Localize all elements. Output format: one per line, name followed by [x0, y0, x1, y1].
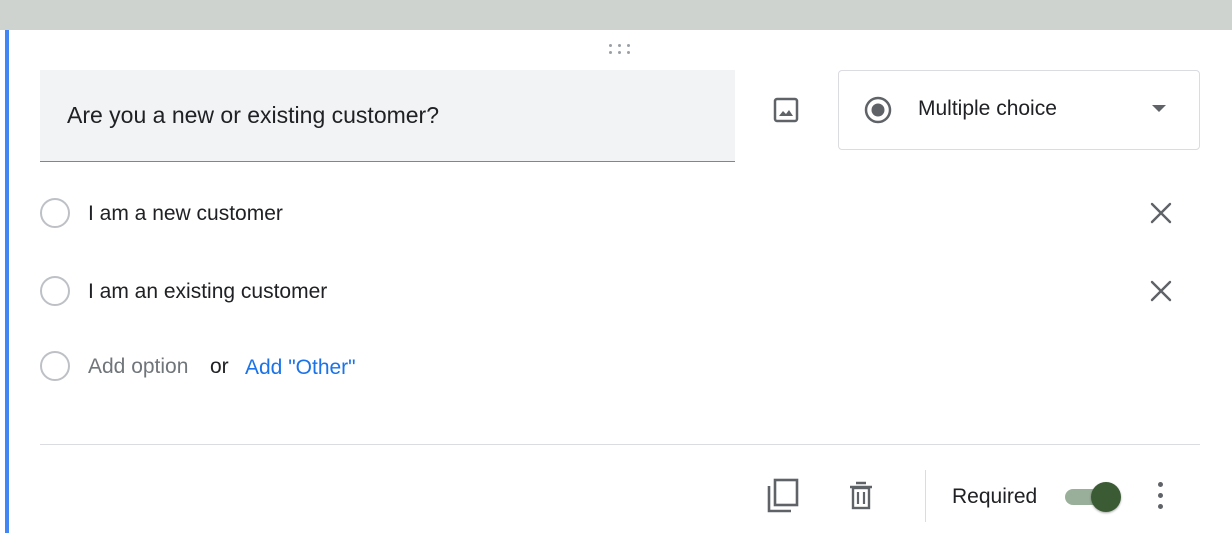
question-type-label: Multiple choice	[918, 97, 1057, 120]
delete-button[interactable]	[843, 478, 879, 514]
option-label[interactable]: I am a new customer	[88, 202, 283, 226]
radio-outline-icon	[40, 351, 70, 381]
required-toggle[interactable]	[1063, 481, 1125, 512]
close-icon	[1150, 280, 1172, 302]
required-label: Required	[952, 485, 1038, 508]
add-option-input[interactable]: Add option	[88, 355, 188, 379]
drag-handle-icon[interactable]	[609, 44, 633, 56]
duplicate-button[interactable]	[765, 476, 801, 516]
trash-icon	[850, 481, 872, 510]
image-icon	[773, 97, 799, 123]
or-text: or	[210, 355, 229, 378]
more-options-button[interactable]	[1148, 480, 1172, 512]
radio-button-checked-icon	[864, 96, 892, 124]
question-type-dropdown[interactable]: Multiple choice	[838, 70, 1200, 150]
add-option-row: Add option or Add "Other"	[40, 351, 1210, 387]
question-title-field[interactable]: Are you a new or existing customer?	[40, 70, 735, 162]
option-row: I am a new customer	[40, 198, 1210, 234]
remove-option-button[interactable]	[1146, 276, 1176, 306]
option-label[interactable]: I am an existing customer	[88, 280, 327, 304]
chevron-down-icon	[1152, 105, 1166, 112]
radio-outline-icon	[40, 198, 70, 228]
remove-option-button[interactable]	[1146, 198, 1176, 228]
form-header-strip	[0, 0, 1232, 30]
question-title[interactable]: Are you a new or existing customer?	[67, 102, 439, 129]
option-row: I am an existing customer	[40, 276, 1210, 312]
add-other-button[interactable]: Add "Other"	[245, 356, 356, 380]
radio-outline-icon	[40, 276, 70, 306]
footer-divider	[40, 444, 1200, 445]
footer-vertical-divider	[925, 470, 926, 522]
close-icon	[1150, 202, 1172, 224]
add-image-button[interactable]	[768, 92, 804, 128]
toggle-knob	[1091, 482, 1121, 512]
copy-icon	[767, 478, 799, 513]
